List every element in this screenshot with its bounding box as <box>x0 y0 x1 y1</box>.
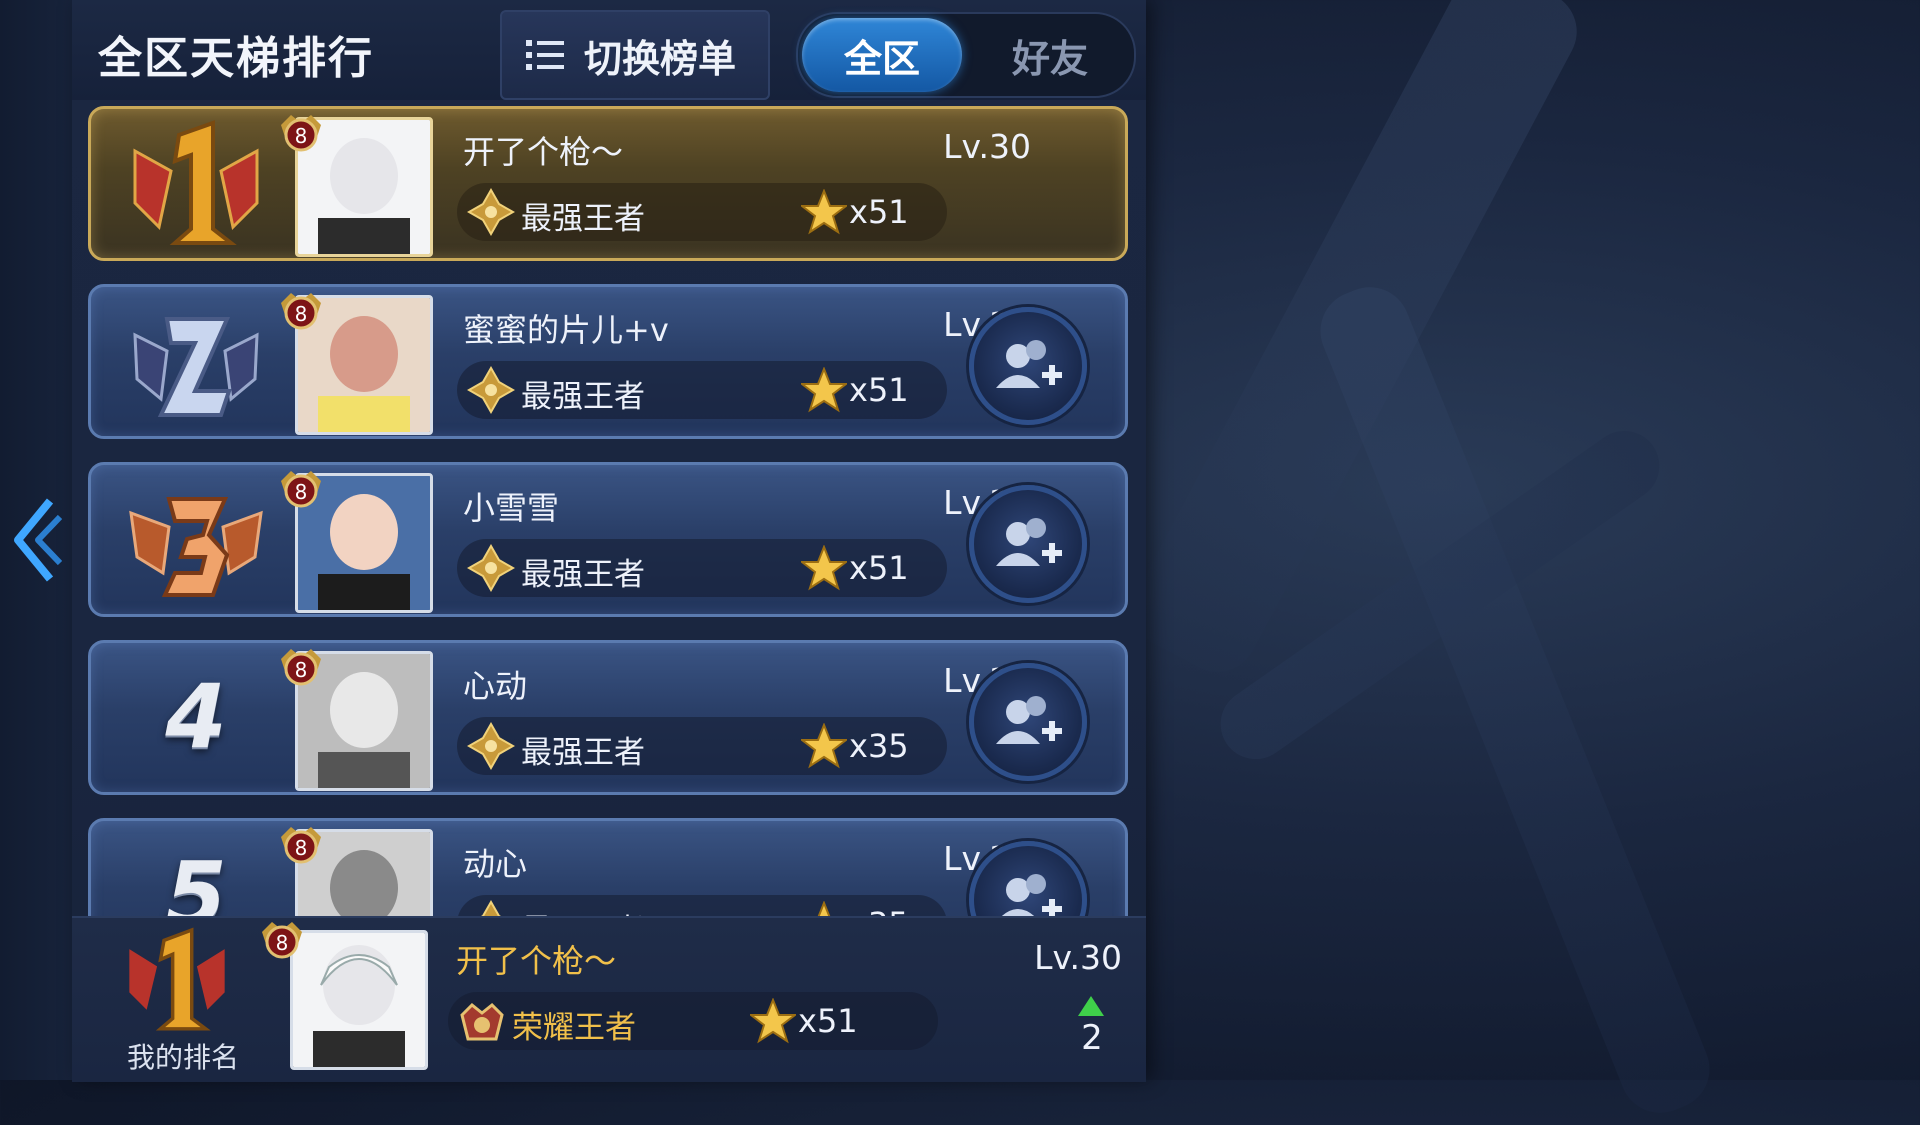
king-tier-icon <box>467 722 515 770</box>
my-player-level: Lv.30 <box>1034 938 1122 977</box>
player-name: 开了个枪～ <box>463 133 624 171</box>
player-name: 心动 <box>463 667 528 705</box>
my-avatar <box>290 930 428 1070</box>
tier-pill: 最强王者 x51 <box>457 539 947 597</box>
my-star-count: x51 <box>798 1002 858 1040</box>
tier-name: 最强王者 <box>521 905 645 916</box>
level-badge-icon: 8 <box>281 115 321 152</box>
rank-change-value: 2 <box>1081 1018 1103 1058</box>
rank-number: 4 <box>165 665 227 768</box>
player-name: 小雪雪 <box>463 489 560 527</box>
add-friend-button[interactable] <box>969 485 1087 603</box>
my-rank-bar: 我的排名 8 开了个枪～ Lv.30 荣耀王者 x51 2 <box>72 916 1146 1082</box>
king-tier-icon <box>467 544 515 592</box>
my-tier-name: 荣耀王者 <box>512 1010 636 1046</box>
tier-pill: 最强王者 x51 <box>457 183 947 241</box>
add-friend-button[interactable] <box>969 663 1087 781</box>
add-friend-icon <box>996 696 1062 744</box>
rank-2-emblem-icon <box>133 317 259 417</box>
star-icon <box>750 998 796 1044</box>
add-friend-button[interactable] <box>969 841 1087 916</box>
rank-up-arrow-icon <box>1078 996 1104 1016</box>
player-level: Lv.30 <box>943 127 1031 166</box>
glory-king-tier-icon <box>460 1002 504 1041</box>
switch-list-label: 切换榜单 <box>584 36 737 81</box>
ranking-row[interactable]: 4 8 心动 Lv.30 最强王者 <box>88 640 1128 795</box>
tier-name: 最强王者 <box>521 201 645 237</box>
star-count: x51 <box>849 193 909 231</box>
tab-all-region[interactable]: 全区 <box>802 18 962 92</box>
star-count: x35 <box>849 905 909 916</box>
ranking-list[interactable]: 8 开了个枪～ Lv.30 最强王者 x51 8 蜜蜜的片儿+v 最强王者 x5… <box>88 106 1130 916</box>
my-player-name: 开了个枪～ <box>456 942 617 980</box>
badge-number: 8 <box>295 836 308 860</box>
star-icon <box>801 367 847 413</box>
add-friend-icon <box>996 518 1062 566</box>
level-badge-icon: 8 <box>281 293 321 330</box>
back-arrow-icon[interactable] <box>10 495 62 585</box>
level-badge-icon: 8 <box>281 827 321 864</box>
rank-1-emblem-icon <box>129 927 225 1031</box>
rank-3-emblem-icon <box>129 497 263 597</box>
list-icon <box>526 40 564 70</box>
level-badge-icon: 8 <box>262 922 302 959</box>
badge-number: 8 <box>295 124 308 148</box>
tier-name: 最强王者 <box>521 379 645 415</box>
my-tier-pill: 荣耀王者 x51 <box>448 992 938 1050</box>
badge-number: 8 <box>295 480 308 504</box>
ranking-panel: 全区天梯排行 切换榜单 全区 好友 8 开了个枪～ Lv.30 最强王者 x51… <box>72 0 1146 1082</box>
add-friend-button[interactable] <box>969 307 1087 425</box>
ranking-row[interactable]: 8 蜜蜜的片儿+v Lv.30 最强王者 x51 <box>88 284 1128 439</box>
star-count: x51 <box>849 371 909 409</box>
ranking-row[interactable]: 8 小雪雪 Lv.30 最强王者 x51 <box>88 462 1128 617</box>
tier-pill: 最强王者 x35 <box>457 895 947 916</box>
king-tier-icon <box>480 900 502 916</box>
star-count: x35 <box>849 727 909 765</box>
my-rank-label: 我的排名 <box>126 1041 239 1074</box>
ranking-row[interactable]: 8 开了个枪～ Lv.30 最强王者 x51 <box>88 106 1128 261</box>
star-icon <box>801 723 847 769</box>
king-tier-icon <box>467 188 515 236</box>
page-title: 全区天梯排行 <box>98 33 374 84</box>
player-name: 蜜蜜的片儿+v <box>463 311 669 349</box>
level-badge-icon: 8 <box>281 649 321 686</box>
star-icon <box>817 901 831 916</box>
star-icon <box>801 189 847 235</box>
tier-pill: 最强王者 x51 <box>457 361 947 419</box>
scope-tabs: 全区 好友 <box>796 12 1136 98</box>
star-icon <box>801 545 847 591</box>
rank-number: 5 <box>165 843 227 916</box>
header: 全区天梯排行 切换榜单 全区 好友 <box>72 0 1146 100</box>
king-tier-icon <box>467 366 515 414</box>
my-badge-number: 8 <box>276 931 289 955</box>
star-count: x51 <box>849 549 909 587</box>
add-friend-icon <box>1001 874 1062 916</box>
tab-friends[interactable]: 好友 <box>970 18 1130 92</box>
rank-1-emblem-icon <box>133 120 259 245</box>
badge-number: 8 <box>295 658 308 682</box>
switch-list-button[interactable]: 切换榜单 <box>500 10 770 100</box>
add-friend-icon <box>996 340 1062 388</box>
level-badge-icon: 8 <box>281 471 321 508</box>
tier-pill: 最强王者 x35 <box>457 717 947 775</box>
background-decoration <box>1308 275 1722 1125</box>
ranking-row[interactable]: 5 8 动心 Lv.30 最强王者 <box>88 818 1128 916</box>
player-name: 动心 <box>463 845 528 883</box>
tier-name: 最强王者 <box>521 735 645 771</box>
tier-name: 最强王者 <box>521 557 645 593</box>
badge-number: 8 <box>295 302 308 326</box>
